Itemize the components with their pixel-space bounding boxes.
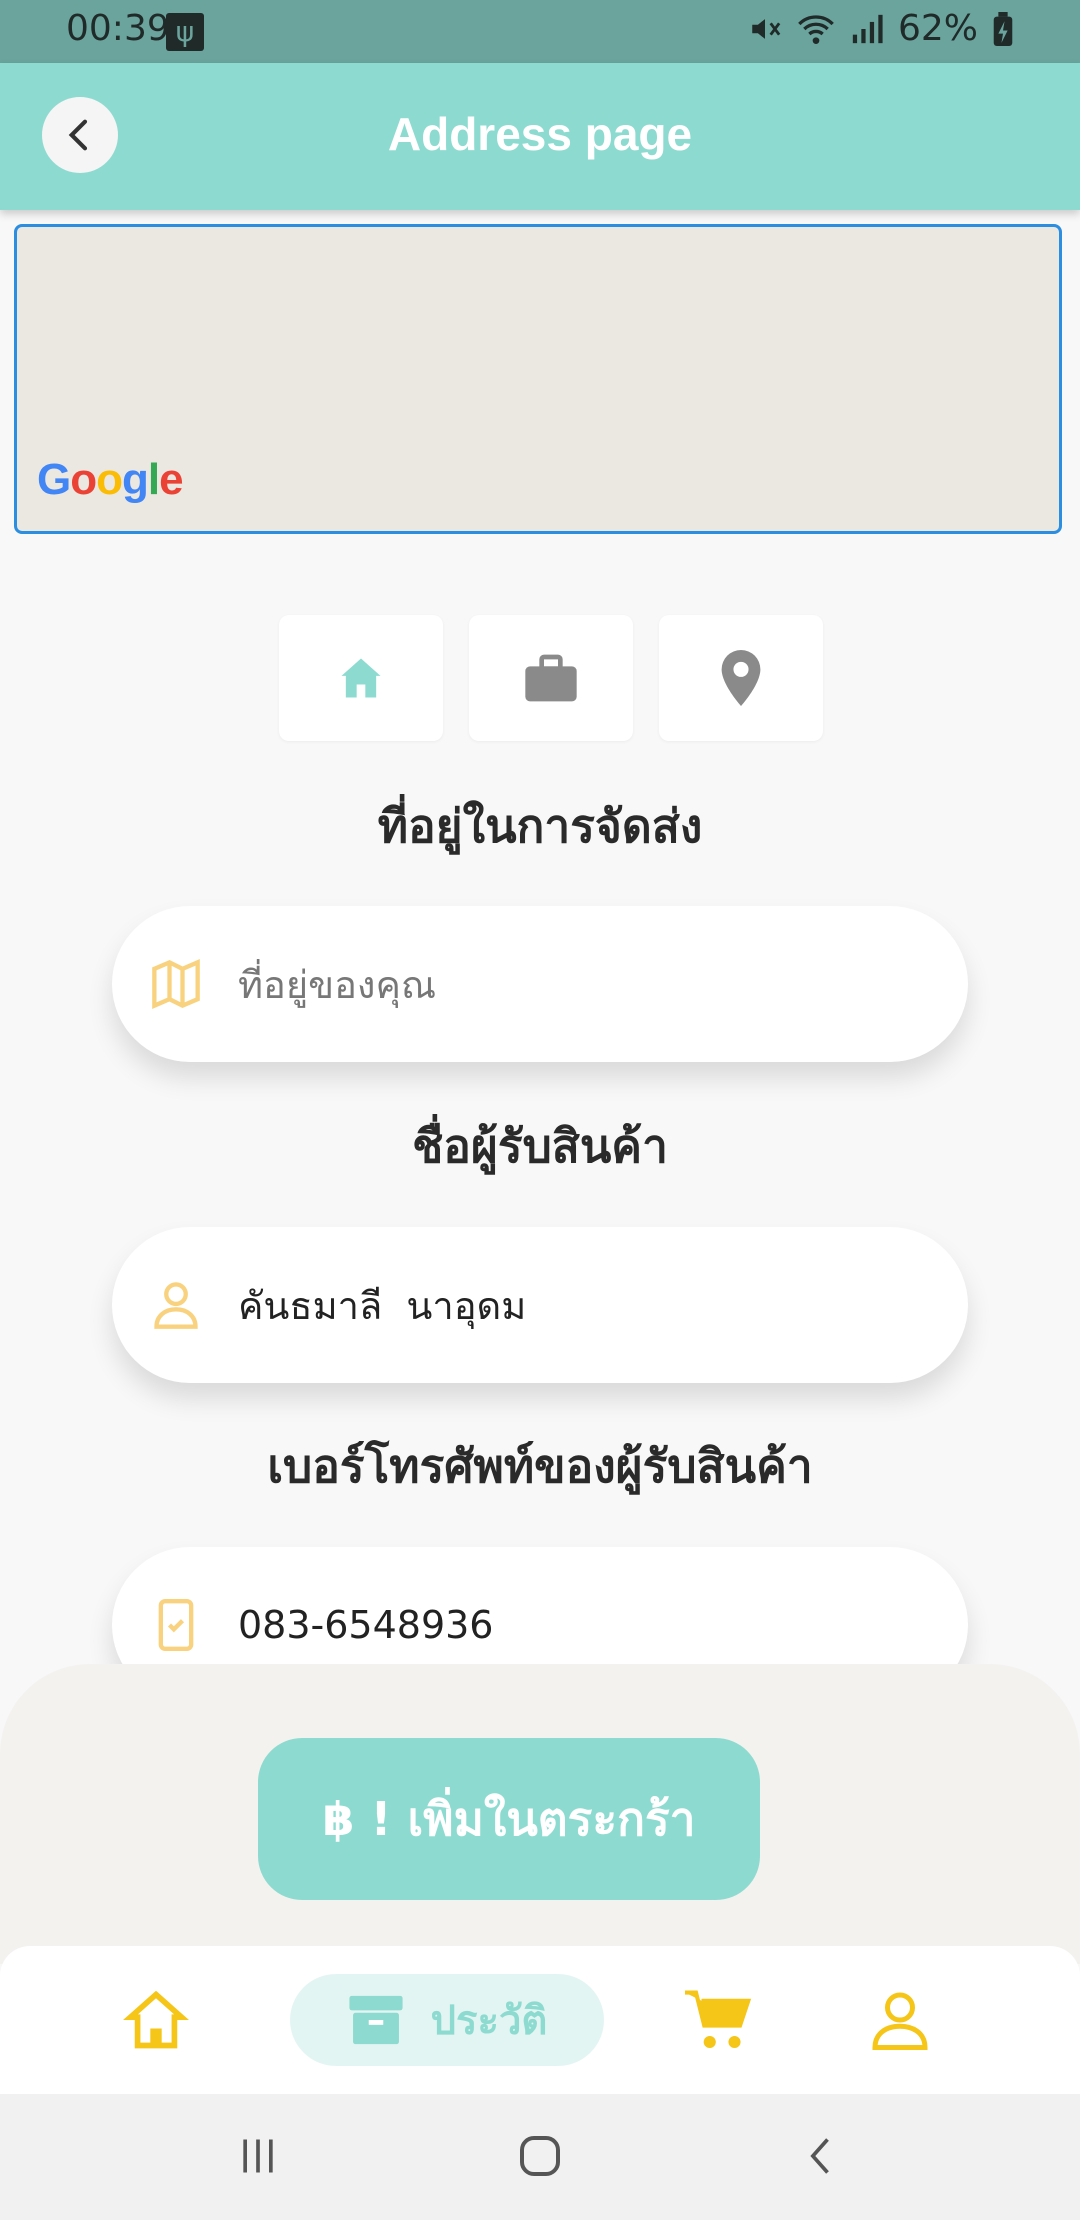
address-type-selector [279, 615, 823, 741]
address-input[interactable]: ที่อยู่ของคุณ [238, 954, 436, 1015]
system-nav-bar [0, 2094, 1080, 2220]
battery-icon [993, 11, 1013, 46]
cart-icon [685, 1990, 752, 2049]
nav-history-label: ประวัติ [430, 1998, 548, 2044]
address-type-other-button[interactable] [659, 615, 823, 741]
nav-profile[interactable] [858, 1974, 942, 2066]
signal-icon [852, 14, 883, 43]
user-icon [872, 1992, 928, 2050]
status-bar: 00:39 ψ 62% [0, 0, 1080, 63]
recipient-name-label: ชื่อผู้รับสินค้า [412, 1119, 668, 1173]
briefcase-icon [525, 654, 577, 702]
location-pin-icon [721, 650, 761, 706]
status-time: 00:39 [66, 8, 170, 49]
archive-box-icon [349, 1995, 403, 2045]
add-to-cart-button[interactable]: ฿ ! เพิ่มในตระกร้า [258, 1738, 760, 1900]
nav-cart[interactable] [676, 1974, 760, 2066]
address-label: ที่อยู่ในการจัดส่ง [377, 799, 703, 853]
bottom-nav: ประวัติ [0, 1946, 1080, 2094]
nav-home[interactable] [110, 1974, 202, 2066]
google-logo: Google [37, 455, 184, 504]
recipient-name-input[interactable]: คันธมาลี นาอุดม [238, 1275, 526, 1336]
map-icon [152, 959, 200, 1009]
wifi-icon [798, 14, 834, 44]
address-type-work-button[interactable] [469, 615, 633, 741]
page-title: Address page [387, 108, 693, 160]
app-bar: Address page [0, 63, 1080, 210]
recent-apps-icon[interactable] [236, 2134, 280, 2178]
usb-icon: ψ [166, 13, 204, 51]
recipient-phone-label: เบอร์โทรศัพท์ของผู้รับสินค้า [267, 1439, 813, 1493]
map-view[interactable]: Google [14, 224, 1062, 534]
recipient-name-field[interactable]: คันธมาลี นาอุดม [112, 1227, 968, 1383]
recipient-phone-input[interactable]: 083-6548936 [238, 1603, 493, 1647]
nav-history[interactable]: ประวัติ [290, 1974, 604, 2066]
address-type-home-button[interactable] [279, 615, 443, 741]
status-icons: 62% [748, 8, 1014, 49]
back-nav-icon[interactable] [800, 2134, 844, 2178]
battery-percent: 62% [897, 8, 978, 49]
home-button-icon[interactable] [516, 2132, 564, 2180]
user-icon [154, 1282, 198, 1329]
home-icon [341, 658, 381, 698]
phone-check-icon [158, 1599, 194, 1651]
address-field[interactable]: ที่อยู่ของคุณ [112, 906, 968, 1062]
home-icon [123, 1990, 189, 2049]
mute-icon [752, 18, 781, 39]
